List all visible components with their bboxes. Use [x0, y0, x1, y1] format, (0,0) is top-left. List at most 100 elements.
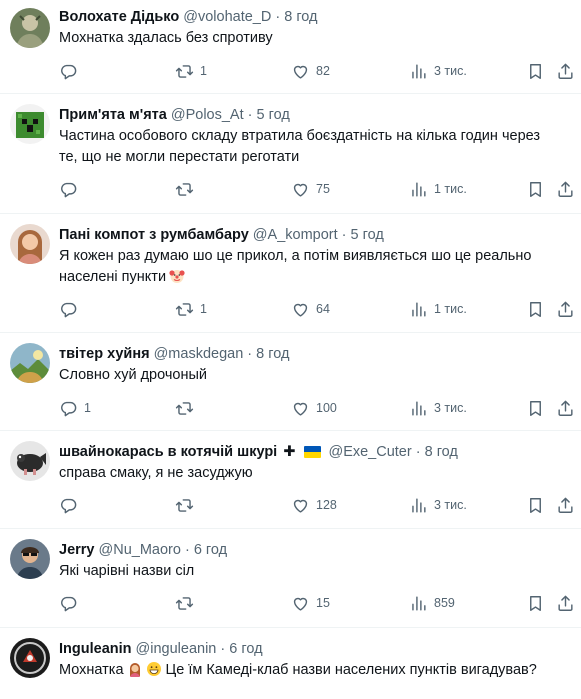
share-button[interactable]: [556, 298, 575, 320]
views-chart-icon: [409, 399, 428, 418]
tweet-header: швайнокарась в котячій шкурі ✚ @Exe_Cute…: [59, 442, 573, 462]
timestamp[interactable]: 5 год: [257, 107, 290, 123]
views-button[interactable]: 1 тис.: [409, 298, 467, 320]
avatar[interactable]: [10, 343, 50, 383]
heart-icon: [291, 399, 310, 418]
user-handle[interactable]: @maskdegan: [154, 346, 244, 362]
views-button[interactable]: 859: [409, 592, 455, 614]
avatar[interactable]: [10, 104, 50, 144]
views-button[interactable]: 3 тис.: [409, 60, 467, 82]
bookmark-button[interactable]: [526, 494, 545, 516]
reply-tweet[interactable]: Прим'ята м'ята @Polos_At · 5 год Частина…: [0, 94, 581, 214]
reply-button[interactable]: [59, 60, 84, 82]
user-handle[interactable]: @inguleanin: [136, 641, 217, 657]
reply-tweet[interactable]: Jerry @Nu_Maoro · 6 год Які чарівні назв…: [0, 529, 581, 628]
retweet-button[interactable]: 1: [175, 298, 207, 320]
reply-tweet[interactable]: Inguleanin @inguleanin · 6 год Мохнатка Ц…: [0, 628, 581, 699]
avatar[interactable]: [10, 638, 50, 678]
display-name[interactable]: Inguleanin: [59, 641, 132, 657]
bookmark-icon: [526, 496, 545, 515]
avatar[interactable]: [10, 441, 50, 481]
views-button[interactable]: 3 тис.: [409, 397, 467, 419]
reply-button[interactable]: [59, 298, 84, 320]
tweet-text-line: Частина особового складу втратила боєзда…: [59, 128, 541, 144]
bookmark-button[interactable]: [526, 592, 545, 614]
display-name[interactable]: Jerry: [59, 542, 94, 558]
like-button[interactable]: 64: [291, 298, 330, 320]
reply-button[interactable]: [59, 592, 84, 614]
like-button[interactable]: 82: [291, 60, 330, 82]
heart-icon: [291, 496, 310, 515]
like-count: 128: [316, 498, 337, 512]
bookmark-icon: [526, 399, 545, 418]
retweet-button[interactable]: 1: [175, 60, 207, 82]
timestamp[interactable]: 6 год: [229, 641, 262, 657]
separator-dot: ·: [247, 107, 253, 123]
avatar[interactable]: [10, 8, 50, 48]
user-handle[interactable]: @Nu_Maoro: [99, 542, 181, 558]
share-button[interactable]: [556, 60, 575, 82]
avatar[interactable]: [10, 539, 50, 579]
timestamp[interactable]: 8 год: [284, 9, 317, 25]
view-count: 3 тис.: [434, 498, 467, 512]
bookmark-button[interactable]: [526, 298, 545, 320]
bookmark-button[interactable]: [526, 178, 545, 200]
user-handle[interactable]: @Polos_At: [171, 107, 244, 123]
share-button[interactable]: [556, 397, 575, 419]
retweet-icon: [175, 180, 194, 199]
reply-button[interactable]: 1: [59, 397, 91, 419]
display-name[interactable]: швайнокарась в котячій шкурі: [59, 444, 277, 460]
views-button[interactable]: 3 тис.: [409, 494, 467, 516]
like-button[interactable]: 75: [291, 178, 330, 200]
like-button[interactable]: 100: [291, 397, 337, 419]
retweet-button[interactable]: [175, 494, 200, 516]
user-handle[interactable]: @A_komport: [253, 227, 338, 243]
share-icon: [556, 62, 575, 81]
bookmark-button[interactable]: [526, 60, 545, 82]
user-handle[interactable]: @Exe_Cuter: [328, 444, 411, 460]
like-button[interactable]: 15: [291, 592, 330, 614]
avatar[interactable]: [10, 224, 50, 264]
tweet-text-line: справа смаку, я не засуджую: [59, 465, 253, 481]
cross-icon: ✚: [283, 444, 296, 460]
reply-tweet[interactable]: швайнокарась в котячій шкурі ✚ @Exe_Cute…: [0, 431, 581, 529]
timestamp[interactable]: 5 год: [351, 227, 384, 243]
separator-dot: ·: [247, 346, 253, 362]
retweet-icon: [175, 594, 194, 613]
reply-icon: [59, 399, 78, 418]
reply-tweet[interactable]: Пані компот з румбамбару @A_komport · 5 …: [0, 214, 581, 333]
bookmark-icon: [526, 300, 545, 319]
display-name[interactable]: Пані компот з румбамбару: [59, 227, 249, 243]
bookmark-icon: [526, 180, 545, 199]
reply-icon: [59, 300, 78, 319]
retweet-button[interactable]: [175, 397, 200, 419]
tweet-text: Мохнатка здалась без спротиву: [59, 28, 573, 49]
display-name[interactable]: Прим'ята м'ята: [59, 107, 167, 123]
reply-button[interactable]: [59, 178, 84, 200]
timestamp[interactable]: 8 год: [256, 346, 289, 362]
reply-icon: [59, 594, 78, 613]
retweet-count: 1: [200, 64, 207, 78]
retweet-button[interactable]: [175, 178, 200, 200]
user-handle[interactable]: @volohate_D: [183, 9, 271, 25]
like-button[interactable]: 128: [291, 494, 337, 516]
bookmark-button[interactable]: [526, 397, 545, 419]
heart-icon: [291, 594, 310, 613]
display-name[interactable]: твітер хуйня: [59, 346, 150, 362]
share-icon: [556, 300, 575, 319]
share-button[interactable]: [556, 178, 575, 200]
reply-tweet[interactable]: твітер хуйня @maskdegan · 8 год Словно х…: [0, 333, 581, 431]
views-button[interactable]: 1 тис.: [409, 178, 467, 200]
reply-icon: [59, 496, 78, 515]
timestamp[interactable]: 8 год: [425, 444, 458, 460]
tweet-text-line: Мохнатка Це їм Камеді-клаб назви населени…: [59, 660, 573, 681]
share-button[interactable]: [556, 592, 575, 614]
tweet-text-fragment: населені пункти: [59, 269, 167, 285]
woman-emoji-icon: [129, 663, 140, 677]
reply-button[interactable]: [59, 494, 84, 516]
display-name[interactable]: Волохате Дідько: [59, 9, 179, 25]
timestamp[interactable]: 6 год: [194, 542, 227, 558]
reply-tweet[interactable]: Волохате Дідько @volohate_D · 8 год Мохн…: [0, 0, 581, 94]
share-button[interactable]: [556, 494, 575, 516]
retweet-button[interactable]: [175, 592, 200, 614]
